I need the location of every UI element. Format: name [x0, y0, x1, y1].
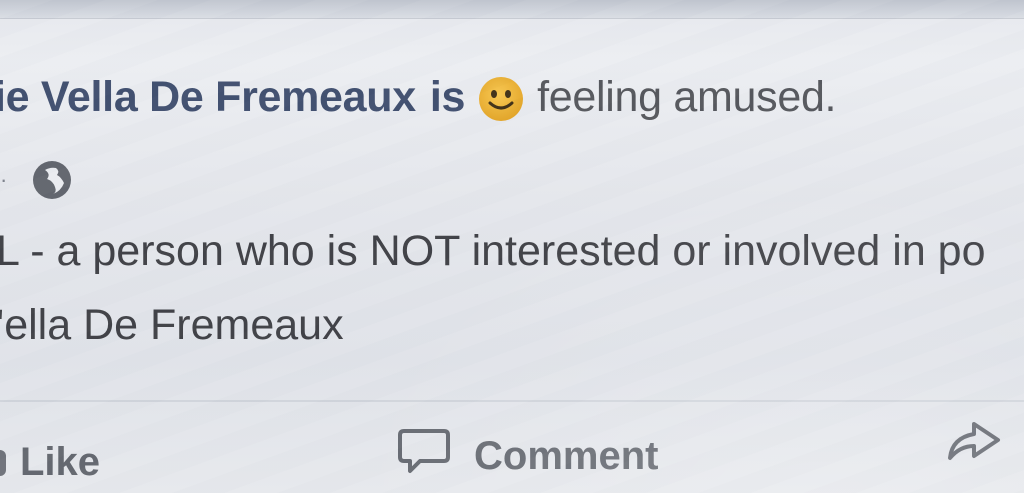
like-label: Like — [20, 440, 101, 484]
action-divider — [0, 400, 1024, 402]
share-arrow-icon — [948, 422, 1000, 460]
author-name-link[interactable]: ie Vella De Fremeaux — [0, 73, 416, 122]
post-header: ie Vella De Fremeaux is feeling amused. — [0, 62, 837, 132]
post-meta: · — [0, 160, 72, 200]
share-button[interactable] — [944, 414, 1004, 464]
screen-top-edge — [0, 0, 1024, 19]
smiling-face-glyph — [488, 90, 514, 110]
feeling-verb: is — [429, 72, 466, 121]
like-button[interactable]: Like — [0, 440, 100, 485]
like-icon — [0, 449, 6, 476]
feeling-text: feeling amused. — [537, 72, 837, 121]
globe-glyph — [45, 167, 65, 194]
smiling-face-icon — [479, 77, 524, 121]
meta-separator: · — [0, 167, 8, 192]
comment-label: Comment — [474, 433, 659, 478]
comment-icon — [396, 425, 452, 487]
post-body: L - a person who is NOT interested or in… — [0, 214, 986, 362]
comment-button[interactable]: Comment — [396, 425, 658, 487]
comment-bubble-glyph — [398, 429, 450, 473]
post-body-line-2: 'ella De Fremeaux — [0, 301, 344, 349]
post-body-line-1: L - a person who is NOT interested or in… — [0, 227, 986, 275]
globe-icon[interactable] — [33, 161, 72, 199]
